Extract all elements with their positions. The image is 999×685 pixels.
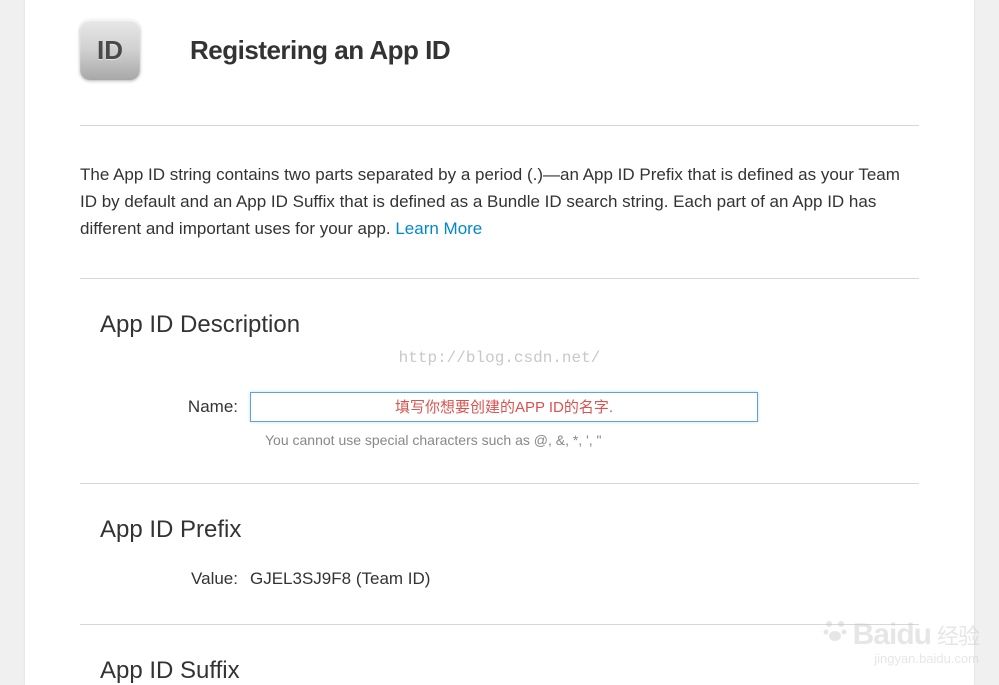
prefix-value-row: Value: GJEL3SJ9F8 (Team ID) bbox=[100, 569, 919, 589]
section-title-description: App ID Description bbox=[100, 311, 919, 339]
prefix-value-label: Value: bbox=[100, 569, 250, 589]
name-helper-text: You cannot use special characters such a… bbox=[265, 432, 919, 448]
learn-more-link[interactable]: Learn More bbox=[395, 219, 482, 238]
prefix-value-text: GJEL3SJ9F8 (Team ID) bbox=[250, 569, 430, 589]
page-container: ID Registering an App ID The App ID stri… bbox=[25, 0, 974, 685]
intro-paragraph: The App ID string contains two parts sep… bbox=[25, 126, 974, 243]
intro-text: The App ID string contains two parts sep… bbox=[80, 165, 900, 238]
watermark-url: http://blog.csdn.net/ bbox=[80, 349, 919, 367]
name-field-row: Name: bbox=[100, 392, 919, 422]
page-title: Registering an App ID bbox=[190, 35, 450, 66]
section-divider-3 bbox=[80, 624, 919, 625]
app-id-icon: ID bbox=[80, 20, 140, 80]
app-id-suffix-section: App ID Suffix bbox=[25, 657, 974, 685]
section-title-prefix: App ID Prefix bbox=[100, 516, 919, 544]
name-input[interactable] bbox=[250, 392, 758, 422]
section-title-suffix: App ID Suffix bbox=[100, 657, 919, 685]
section-divider-1 bbox=[80, 278, 919, 279]
app-id-prefix-section: App ID Prefix Value: GJEL3SJ9F8 (Team ID… bbox=[25, 516, 974, 589]
name-label: Name: bbox=[100, 397, 250, 417]
section-divider-2 bbox=[80, 483, 919, 484]
app-id-description-section: App ID Description http://blog.csdn.net/… bbox=[25, 311, 974, 448]
page-header: ID Registering an App ID bbox=[25, 0, 974, 100]
